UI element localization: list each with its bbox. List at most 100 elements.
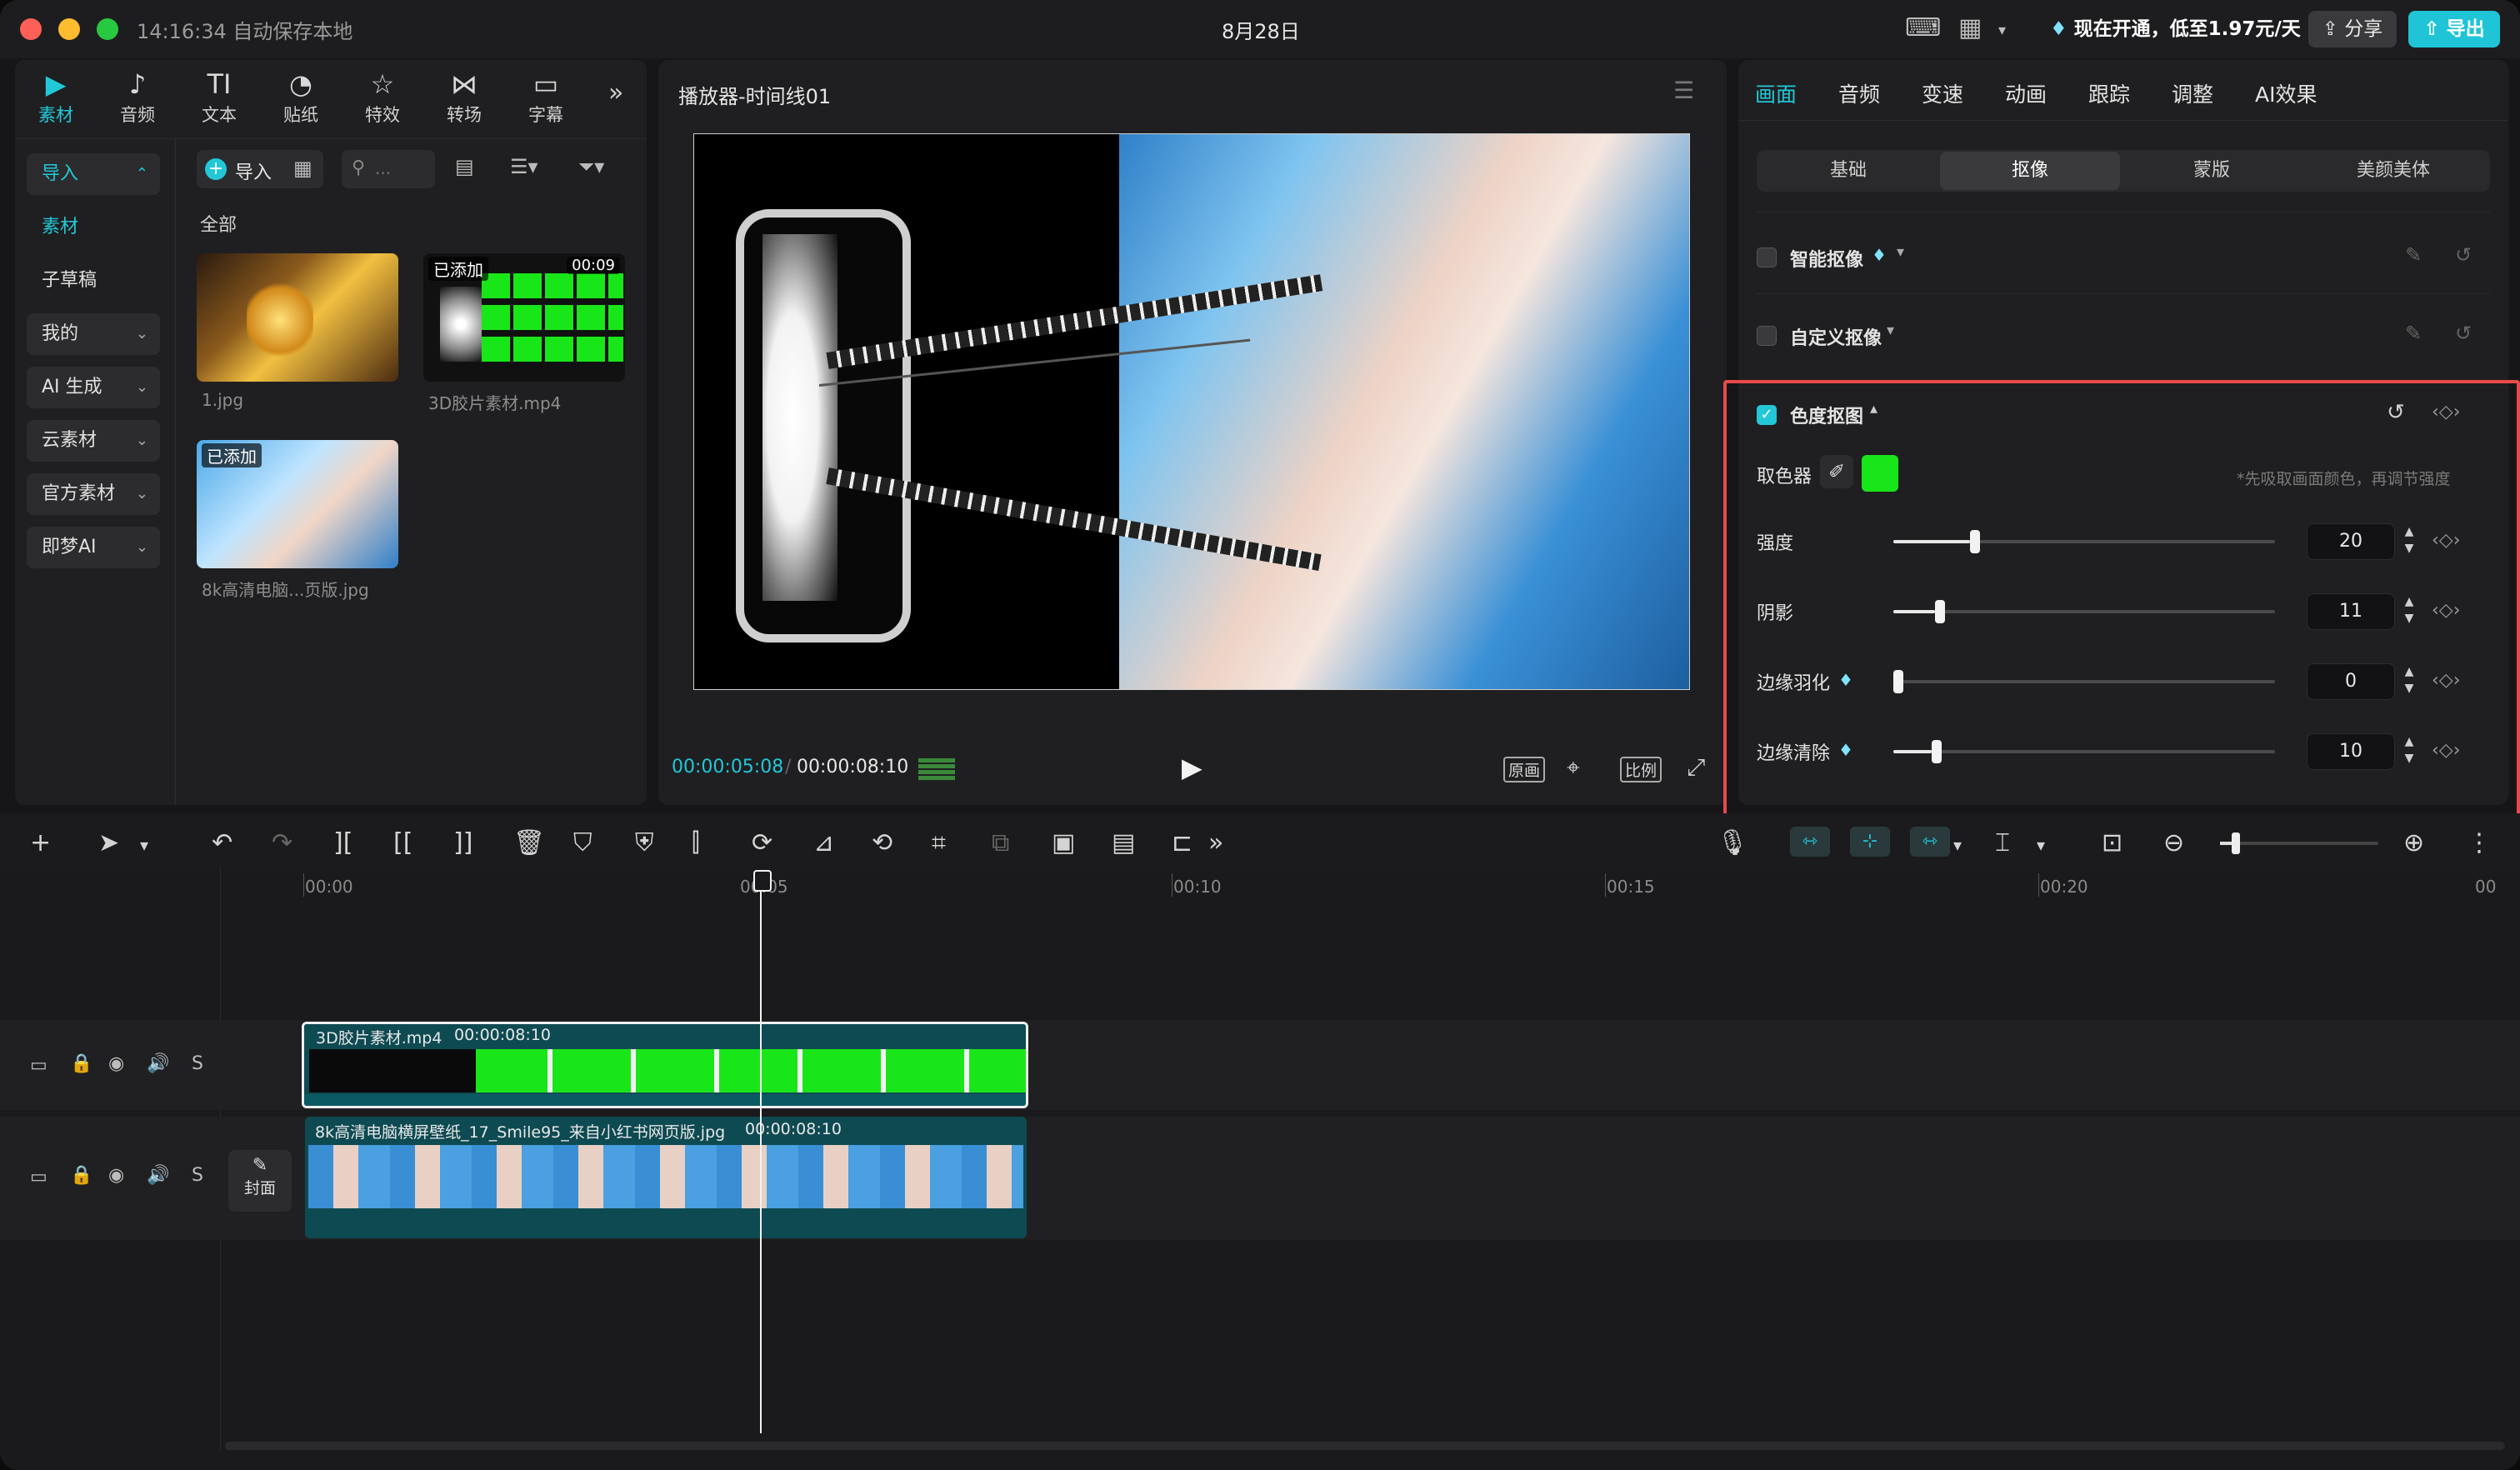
tab-audio[interactable]: ♪ 音频 <box>108 67 167 125</box>
cover-button[interactable]: ✎ 封面 <box>228 1150 292 1212</box>
trim-right-icon[interactable]: ]] <box>453 828 472 858</box>
strength-stepper[interactable]: ▲ ▼ <box>2402 523 2417 558</box>
subtab-basic[interactable]: 基础 <box>1758 152 1938 190</box>
keyframe-icon[interactable]: ‹◇› <box>2432 402 2461 422</box>
zoom-slider[interactable] <box>2220 832 2378 854</box>
tab-audio-props[interactable]: 音频 <box>1838 78 1880 108</box>
trim-icon[interactable]: ⊏ <box>1172 828 1192 858</box>
playhead[interactable] <box>760 875 762 1433</box>
eye-icon[interactable]: ◉ <box>108 1165 124 1186</box>
chroma-key-checkbox[interactable]: ✓ <box>1757 405 1777 425</box>
tab-animation[interactable]: 动画 <box>2005 78 2047 108</box>
tab-ai-effects[interactable]: AI效果 <box>2255 78 2317 108</box>
zoom-in-icon[interactable]: ⊕ <box>2403 828 2424 858</box>
keyframe-icon[interactable]: ‹◇› <box>2432 670 2461 691</box>
tab-text[interactable]: TI 文本 <box>190 67 248 125</box>
media-item-thumbnail[interactable]: 已添加 00:09 <box>423 253 625 382</box>
tab-effects[interactable]: ☆ 特效 <box>353 67 412 125</box>
eyedropper-icon[interactable]: ✐ <box>1820 455 1853 488</box>
track-video-icon[interactable]: ▭ <box>30 1055 48 1076</box>
delete-icon[interactable]: 🗑 <box>513 828 545 858</box>
timeline-clip[interactable]: 8k高清电脑横屏壁纸_17_Smile95_来自小红书网页版.jpg 00:00… <box>305 1117 1027 1238</box>
redo-icon[interactable]: ↷ <box>272 828 292 858</box>
tab-media[interactable]: ▶ 素材 <box>27 67 85 125</box>
export-button[interactable]: ⇧ 导出 <box>2408 11 2500 48</box>
layout-icon[interactable]: ▦ <box>1958 13 1982 42</box>
play-icon[interactable]: ▶ <box>1182 752 1202 783</box>
tab-transition[interactable]: ⋈ 转场 <box>435 67 493 125</box>
edge-clear-input[interactable]: 10 <box>2307 733 2395 770</box>
mirror-icon[interactable]: ⊿ <box>813 828 834 858</box>
chevron-down-icon[interactable]: ▾ <box>1897 243 1904 261</box>
nav-import[interactable]: 导入 ⌃ <box>27 153 160 195</box>
zoom-fit-icon[interactable]: ⊡ <box>2102 828 2122 858</box>
track-video-icon[interactable]: ▭ <box>30 1167 48 1188</box>
nav-ai-generate[interactable]: AI 生成 ⌄ <box>27 367 160 408</box>
focus-icon[interactable]: ⌖ <box>1567 753 1580 782</box>
solo-toggle[interactable]: S <box>192 1053 203 1074</box>
rotate-icon[interactable]: ⟲ <box>872 828 892 858</box>
crop-icon[interactable]: ⌗ <box>932 828 946 858</box>
tab-speed[interactable]: 变速 <box>1922 78 1963 108</box>
edit-icon[interactable]: ✎ <box>2405 322 2422 345</box>
shield-icon[interactable]: ⛨ <box>635 828 654 858</box>
split-icon[interactable]: ][ <box>333 828 352 858</box>
link-icon[interactable]: ⇿ <box>1910 827 1950 857</box>
eye-icon[interactable]: ◉ <box>108 1053 124 1074</box>
vip-promo-button[interactable]: ♦ 现在开通，低至1.97元/天 <box>2038 12 2312 47</box>
tab-adjust[interactable]: 调整 <box>2172 78 2213 108</box>
reverse-play-icon[interactable]: ⟳ <box>752 828 772 858</box>
strength-slider[interactable] <box>1893 530 2275 553</box>
minimize-window-button[interactable] <box>58 18 80 40</box>
subtab-mask[interactable]: 蒙版 <box>2122 152 2302 190</box>
keyframe-icon[interactable]: ‹◇› <box>2432 740 2461 761</box>
close-window-button[interactable] <box>20 18 42 40</box>
preview-canvas[interactable] <box>693 133 1690 690</box>
layout-view-icon[interactable]: ▤ <box>455 155 474 178</box>
chevron-up-icon[interactable]: ▴ <box>1870 400 1878 418</box>
more-tools-icon[interactable]: » <box>1208 828 1223 858</box>
aspect-ratio-button[interactable]: 比例 <box>1620 757 1662 782</box>
custom-cutout-checkbox[interactable] <box>1757 326 1777 346</box>
timeline-scrollbar[interactable] <box>225 1442 2505 1450</box>
more-tabs-icon[interactable]: » <box>608 78 623 108</box>
strength-input[interactable]: 20 <box>2307 523 2395 560</box>
keyboard-icon[interactable]: ⌨ <box>1905 13 1941 42</box>
keyframe-icon[interactable]: ‹◇› <box>2432 530 2461 551</box>
media-item-thumbnail[interactable] <box>197 253 398 382</box>
zoom-out-icon[interactable]: ⊖ <box>2163 828 2184 858</box>
chevron-down-icon[interactable]: ▾ <box>140 835 148 855</box>
tab-sticker[interactable]: ◔ 贴纸 <box>272 67 330 125</box>
caption-icon[interactable]: ▤ <box>1112 828 1135 858</box>
solo-toggle[interactable]: S <box>192 1165 203 1186</box>
preview-axis-icon[interactable]: ⌶ <box>1995 828 2010 858</box>
microphone-icon[interactable]: 🎙 <box>1717 828 1748 858</box>
nav-mine[interactable]: 我的 ⌄ <box>27 313 160 355</box>
freeze-icon[interactable]: ⫿ <box>692 828 700 858</box>
fullscreen-icon[interactable]: ⤢ <box>1687 753 1705 782</box>
shadow-stepper[interactable]: ▲ ▼ <box>2402 593 2417 628</box>
tab-tracking[interactable]: 跟踪 <box>2088 78 2130 108</box>
chevron-down-icon[interactable]: ▾ <box>1887 322 1894 339</box>
nav-subdraft[interactable]: 子草稿 <box>27 260 160 302</box>
original-quality-button[interactable]: 原画 <box>1503 757 1546 782</box>
sort-icon[interactable]: ☰▾ <box>510 155 538 178</box>
undo-icon[interactable]: ↶ <box>212 828 232 858</box>
keyframe-icon[interactable]: ‹◇› <box>2432 600 2461 621</box>
lock-icon[interactable]: 🔒 <box>70 1165 92 1186</box>
reset-icon[interactable]: ↺ <box>2455 322 2472 345</box>
nav-media[interactable]: 素材 <box>27 207 160 248</box>
edge-feather-slider[interactable] <box>1893 670 2275 693</box>
timeline-clip[interactable]: 3D胶片素材.mp4 00:00:08:10 <box>302 1022 1028 1108</box>
mark-icon[interactable]: ⛉ <box>573 828 592 858</box>
subtab-beauty[interactable]: 美颜美体 <box>2303 152 2483 190</box>
smart-cutout-checkbox[interactable] <box>1757 248 1777 268</box>
edge-feather-input[interactable]: 0 <box>2307 663 2395 700</box>
nav-official[interactable]: 官方素材 ⌄ <box>27 473 160 515</box>
chevron-down-icon[interactable]: ▾ <box>2037 835 2045 855</box>
screen-capture-icon[interactable]: ▣ <box>1052 828 1075 858</box>
filter-icon[interactable]: ⏷▾ <box>578 155 604 178</box>
import-button[interactable]: + 导入 ▦ <box>197 150 323 188</box>
volume-icon[interactable]: 🔊 <box>147 1165 169 1186</box>
subtab-cutout[interactable]: 抠像 <box>1940 152 2120 190</box>
